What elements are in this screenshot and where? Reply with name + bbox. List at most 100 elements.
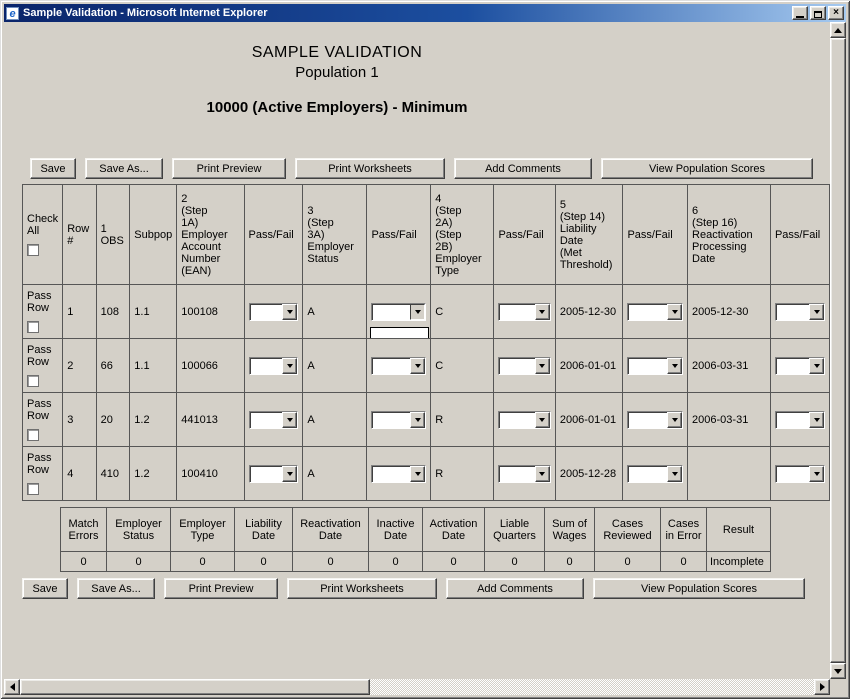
summary-header-reactivation-date: Reactivation Date (293, 508, 369, 552)
pass-fail-select-value (372, 304, 410, 320)
print-preview-button-bottom[interactable]: Print Preview (164, 578, 278, 599)
window-title: Sample Validation - Microsoft Internet E… (23, 7, 790, 19)
pass-fail-select[interactable] (498, 357, 550, 375)
print-preview-button[interactable]: Print Preview (172, 158, 286, 179)
chevron-down-icon[interactable] (282, 358, 297, 374)
pass-fail-select[interactable] (498, 411, 550, 429)
print-worksheets-button-bottom[interactable]: Print Worksheets (287, 578, 437, 599)
chevron-down-icon[interactable] (535, 412, 550, 428)
chevron-down-icon[interactable] (410, 358, 425, 374)
chevron-down-icon[interactable] (809, 466, 824, 482)
horizontal-scroll-thumb[interactable] (20, 679, 370, 695)
vertical-scrollbar[interactable] (830, 22, 846, 679)
row-number-cell: 2 (63, 339, 96, 393)
chevron-down-icon[interactable] (282, 412, 297, 428)
scroll-right-button[interactable] (814, 679, 830, 695)
save-as-button[interactable]: Save As... (85, 158, 163, 179)
horizontal-scrollbar[interactable] (4, 679, 830, 695)
pass-fail-select[interactable] (775, 357, 825, 375)
pass-fail-select-value (776, 466, 809, 482)
chevron-down-icon[interactable] (282, 466, 297, 482)
pass-fail-select[interactable] (249, 465, 299, 483)
pass-row-checkbox[interactable] (27, 375, 39, 387)
pass-fail-select[interactable] (775, 465, 825, 483)
pass-fail-select[interactable] (498, 303, 550, 321)
col-header-pass-fail-3: Pass/Fail (494, 185, 555, 285)
pass-fail-select[interactable] (249, 357, 299, 375)
save-button[interactable]: Save (30, 158, 76, 179)
vertical-scroll-thumb[interactable] (830, 38, 846, 663)
chevron-down-icon[interactable] (410, 466, 425, 482)
col-header-pass-fail-2: Pass/Fail (367, 185, 431, 285)
title-bar[interactable]: e Sample Validation - Microsoft Internet… (4, 4, 846, 22)
col-header-obs: 1 OBS (96, 185, 130, 285)
pass-fail-select[interactable] (627, 303, 683, 321)
pass-fail-select-value (372, 466, 410, 482)
pass-fail-select[interactable] (775, 303, 825, 321)
arrow-down-icon (834, 669, 842, 678)
print-worksheets-button[interactable]: Print Worksheets (295, 158, 445, 179)
minimize-button[interactable] (792, 6, 808, 20)
chevron-down-icon[interactable] (535, 466, 550, 482)
chevron-down-icon[interactable] (667, 358, 682, 374)
chevron-down-icon[interactable] (667, 466, 682, 482)
chevron-down-icon[interactable] (667, 304, 682, 320)
chevron-down-icon[interactable] (282, 304, 297, 320)
scroll-down-button[interactable] (830, 663, 846, 679)
pass-fail-cell-open: Pass Fail (367, 285, 431, 339)
summary-value-employer-status: 0 (107, 552, 171, 572)
pass-fail-select[interactable] (371, 465, 426, 483)
summary-header-employer-type: Employer Type (171, 508, 235, 552)
chevron-down-icon[interactable] (410, 412, 425, 428)
view-population-scores-button-bottom[interactable]: View Population Scores (593, 578, 805, 599)
maximize-button[interactable] (810, 6, 826, 20)
chevron-down-icon[interactable] (809, 304, 824, 320)
bottom-toolbar: Save Save As... Print Preview Print Work… (22, 578, 830, 599)
add-comments-button-bottom[interactable]: Add Comments (446, 578, 584, 599)
pass-fail-select-value (250, 466, 283, 482)
scroll-up-button[interactable] (830, 22, 846, 38)
view-population-scores-button[interactable]: View Population Scores (601, 158, 813, 179)
summary-header-liable-quarters: Liable Quarters (485, 508, 545, 552)
pass-fail-select[interactable] (249, 411, 299, 429)
save-as-button-bottom[interactable]: Save As... (77, 578, 155, 599)
chevron-down-icon[interactable] (535, 304, 550, 320)
pass-fail-select[interactable] (249, 303, 299, 321)
summary-header-employer-status: Employer Status (107, 508, 171, 552)
pass-fail-select[interactable] (371, 411, 426, 429)
top-toolbar: Save Save As... Print Preview Print Work… (30, 158, 830, 179)
save-button-bottom[interactable]: Save (22, 578, 68, 599)
dropdown-option-blank[interactable] (371, 328, 428, 339)
maximize-icon (814, 11, 822, 18)
pass-row-checkbox[interactable] (27, 429, 39, 441)
pass-fail-select[interactable] (775, 411, 825, 429)
col-header-pass-fail-1: Pass/Fail (244, 185, 303, 285)
chevron-down-icon[interactable] (667, 412, 682, 428)
pass-fail-select[interactable] (498, 465, 550, 483)
employer-type-cell: C (431, 339, 494, 393)
pass-fail-cell (494, 285, 555, 339)
pass-fail-select[interactable] (371, 357, 426, 375)
chevron-down-icon[interactable] (809, 412, 824, 428)
chevron-down-icon[interactable] (535, 358, 550, 374)
obs-cell: 66 (96, 339, 130, 393)
summary-header-cases-in-error: Cases in Error (661, 508, 707, 552)
pass-fail-select-value (250, 358, 283, 374)
check-all-checkbox[interactable] (27, 244, 39, 256)
reactivation-date-cell: 2006-03-31 (688, 339, 771, 393)
summary-header-cases-reviewed: Cases Reviewed (595, 508, 661, 552)
pass-fail-cell-clipped (770, 447, 829, 501)
pass-fail-select[interactable] (627, 357, 683, 375)
pass-fail-select[interactable] (627, 411, 683, 429)
chevron-down-icon[interactable] (809, 358, 824, 374)
chevron-down-icon[interactable] (410, 304, 425, 320)
pass-row-checkbox[interactable] (27, 321, 39, 333)
pass-row-checkbox[interactable] (27, 483, 39, 495)
close-button[interactable]: × (828, 6, 844, 20)
pass-fail-select[interactable] (627, 465, 683, 483)
scroll-left-button[interactable] (4, 679, 20, 695)
summary-header-row: Match Errors Employer Status Employer Ty… (61, 508, 771, 552)
pass-fail-select-open[interactable] (371, 303, 426, 321)
row-number-cell: 1 (63, 285, 96, 339)
add-comments-button[interactable]: Add Comments (454, 158, 592, 179)
